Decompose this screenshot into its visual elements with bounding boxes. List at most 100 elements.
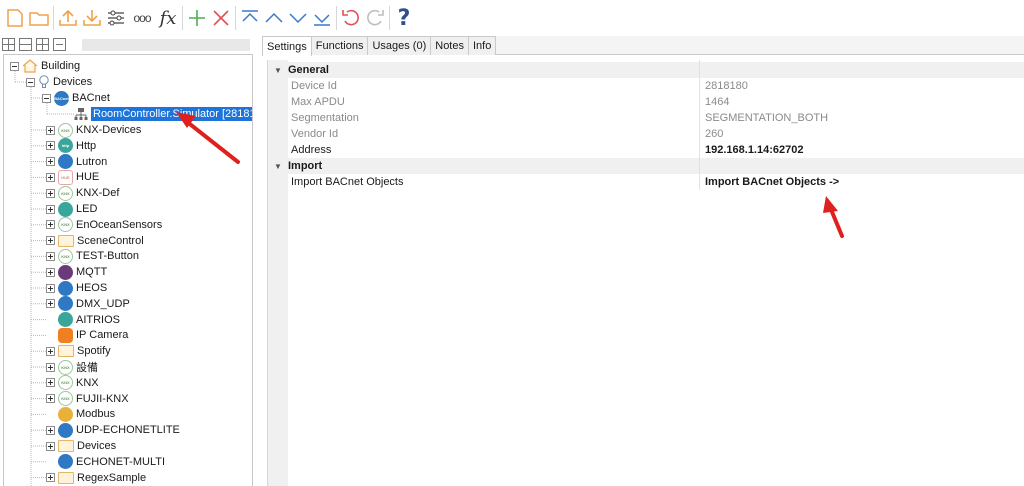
tree-node-knx-def[interactable]: KNX KNX-Def: [46, 185, 119, 201]
tab-settings[interactable]: Settings: [262, 36, 312, 56]
tab-notes[interactable]: Notes: [430, 36, 469, 55]
collapse-icon[interactable]: [53, 37, 66, 51]
move-top-button[interactable]: [238, 4, 262, 32]
tree-node-aitrios[interactable]: AITRIOS: [46, 312, 120, 328]
camera-icon: [58, 327, 73, 343]
tree-node-ip-camera[interactable]: IP Camera: [46, 327, 128, 343]
house-icon: [22, 59, 38, 73]
property-row-device-id[interactable]: Device Id 2818180: [268, 78, 1024, 94]
collapse-toggle[interactable]: [26, 77, 35, 87]
tree-node-lutron[interactable]: Lutron: [46, 154, 107, 170]
property-row-address[interactable]: Address 192.168.1.14:62702: [268, 142, 1024, 158]
delete-button[interactable]: [209, 4, 233, 32]
cloud-icon: [58, 296, 73, 312]
settings-sliders-button[interactable]: [104, 4, 128, 32]
tree-node-fujii-knx[interactable]: KNX FUJII-KNX: [46, 391, 129, 407]
tree-node-label: Devices: [53, 76, 93, 88]
collapse-toggle[interactable]: [42, 93, 51, 103]
folder-icon: [58, 234, 74, 247]
tree-node-hue[interactable]: HUE HUE: [46, 169, 99, 185]
expand-toggle[interactable]: [46, 362, 55, 372]
expand-toggle[interactable]: [46, 441, 55, 451]
open-folder-button[interactable]: [27, 4, 51, 32]
tab-functions[interactable]: Functions: [310, 36, 369, 55]
property-row-segmentation[interactable]: Segmentation SEGMENTATION_BOTH: [268, 110, 1024, 126]
expand-toggle[interactable]: [46, 172, 55, 182]
undo-icon: [342, 9, 359, 26]
tree-node-heos[interactable]: HEOS: [46, 280, 107, 296]
tree-node-dmx-udp[interactable]: DMX_UDP: [46, 296, 130, 312]
tree-node-label: Building: [41, 60, 81, 72]
import-bacnet-objects-button[interactable]: Import BACnet Objects ->: [705, 176, 839, 188]
tree-node-scenecontrol[interactable]: SceneControl: [46, 233, 144, 249]
expand-toggle[interactable]: [46, 236, 55, 246]
tree-node-echonet-multi[interactable]: ECHONET-MULTI: [46, 454, 165, 470]
tree-node-label: DMX_UDP: [76, 297, 130, 310]
tree-node-modbus[interactable]: Modbus: [46, 406, 115, 422]
collapse-all-icon[interactable]: [19, 37, 32, 51]
property-row-max-apdu[interactable]: Max APDU 1464: [268, 94, 1024, 110]
property-name: Device Id: [291, 80, 337, 92]
add-button[interactable]: [185, 4, 209, 32]
expand-toggle[interactable]: [46, 125, 55, 135]
expand-toggle[interactable]: [46, 267, 55, 277]
property-row-import-bacnet-objects[interactable]: Import BACnet Objects Import BACnet Obje…: [268, 174, 1024, 190]
help-button[interactable]: ?: [392, 4, 416, 32]
tree-node-label: Lutron: [76, 155, 108, 168]
category-import[interactable]: ▼ Import: [268, 158, 1024, 174]
tab-info[interactable]: Info: [468, 36, 497, 55]
download-button[interactable]: [80, 4, 104, 32]
expand-toggle[interactable]: [46, 157, 55, 167]
property-row-vendor-id[interactable]: Vendor Id 260: [268, 126, 1024, 142]
expand-icon[interactable]: [36, 37, 49, 51]
tree-node-mqtt[interactable]: MQTT: [46, 264, 107, 280]
tree-node-udp-echonetlite[interactable]: UDP-ECHONETLITE: [46, 422, 180, 438]
collapse-toggle[interactable]: [10, 61, 19, 71]
collapse-triangle-icon[interactable]: ▼: [268, 66, 288, 75]
properties-pane: Settings Functions Usages (0) Notes Info…: [262, 36, 1024, 486]
expand-toggle[interactable]: [46, 204, 55, 214]
collapse-triangle-icon[interactable]: ▼: [268, 162, 288, 171]
expand-toggle[interactable]: [46, 220, 55, 230]
property-value[interactable]: 192.168.1.14:62702: [705, 144, 803, 156]
move-down-button[interactable]: [286, 4, 310, 32]
expand-toggle[interactable]: [46, 346, 55, 356]
upload-icon: [59, 9, 77, 26]
expand-all-icon[interactable]: [2, 37, 15, 51]
new-file-button[interactable]: [3, 4, 27, 32]
expand-toggle[interactable]: [46, 141, 55, 151]
expand-toggle[interactable]: [46, 425, 55, 435]
expand-toggle[interactable]: [46, 394, 55, 404]
tree-node-[interactable]: KNX 設備: [46, 359, 98, 375]
expand-toggle[interactable]: [46, 283, 55, 293]
expand-toggle[interactable]: [46, 188, 55, 198]
upload-button[interactable]: [56, 4, 80, 32]
tree-node-devices[interactable]: Devices: [26, 74, 92, 90]
tree-node-enoceansensors[interactable]: KNX EnOceanSensors: [46, 217, 162, 233]
tree-node-devices[interactable]: Devices: [46, 438, 116, 454]
device-tree[interactable]: Building Devices BACnet BACnet RoomContr…: [3, 54, 253, 486]
redo-button[interactable]: [363, 4, 387, 32]
tree-node-led[interactable]: LED: [46, 201, 97, 217]
move-up-button[interactable]: [262, 4, 286, 32]
tree-node-knx[interactable]: KNX KNX: [46, 375, 99, 391]
tree-node-regexsample[interactable]: RegexSample: [46, 470, 146, 486]
expand-toggle[interactable]: [46, 251, 55, 261]
tree-filter-bar[interactable]: [82, 39, 250, 51]
more-button[interactable]: ooo: [128, 4, 156, 32]
expand-toggle[interactable]: [46, 299, 55, 309]
tree-node-bacnet[interactable]: BACnet BACnet: [42, 90, 110, 106]
expand-toggle[interactable]: [46, 378, 55, 388]
tab-usages[interactable]: Usages (0): [367, 36, 432, 55]
undo-button[interactable]: [339, 4, 363, 32]
expand-toggle[interactable]: [46, 473, 55, 483]
category-general[interactable]: ▼ General: [268, 62, 1024, 78]
tree-node-spotify[interactable]: Spotify: [46, 343, 111, 359]
tree-node-test-button[interactable]: KNX TEST-Button: [46, 248, 139, 264]
function-button[interactable]: fx: [156, 4, 180, 32]
tree-node-knx-devices[interactable]: KNX KNX-Devices: [46, 122, 141, 138]
tree-node-http[interactable]: http Http: [46, 138, 96, 154]
move-bottom-button[interactable]: [310, 4, 334, 32]
tree-node-room-controller[interactable]: RoomController.Simulator [28181: [74, 106, 252, 122]
tree-node-building[interactable]: Building: [10, 58, 80, 74]
